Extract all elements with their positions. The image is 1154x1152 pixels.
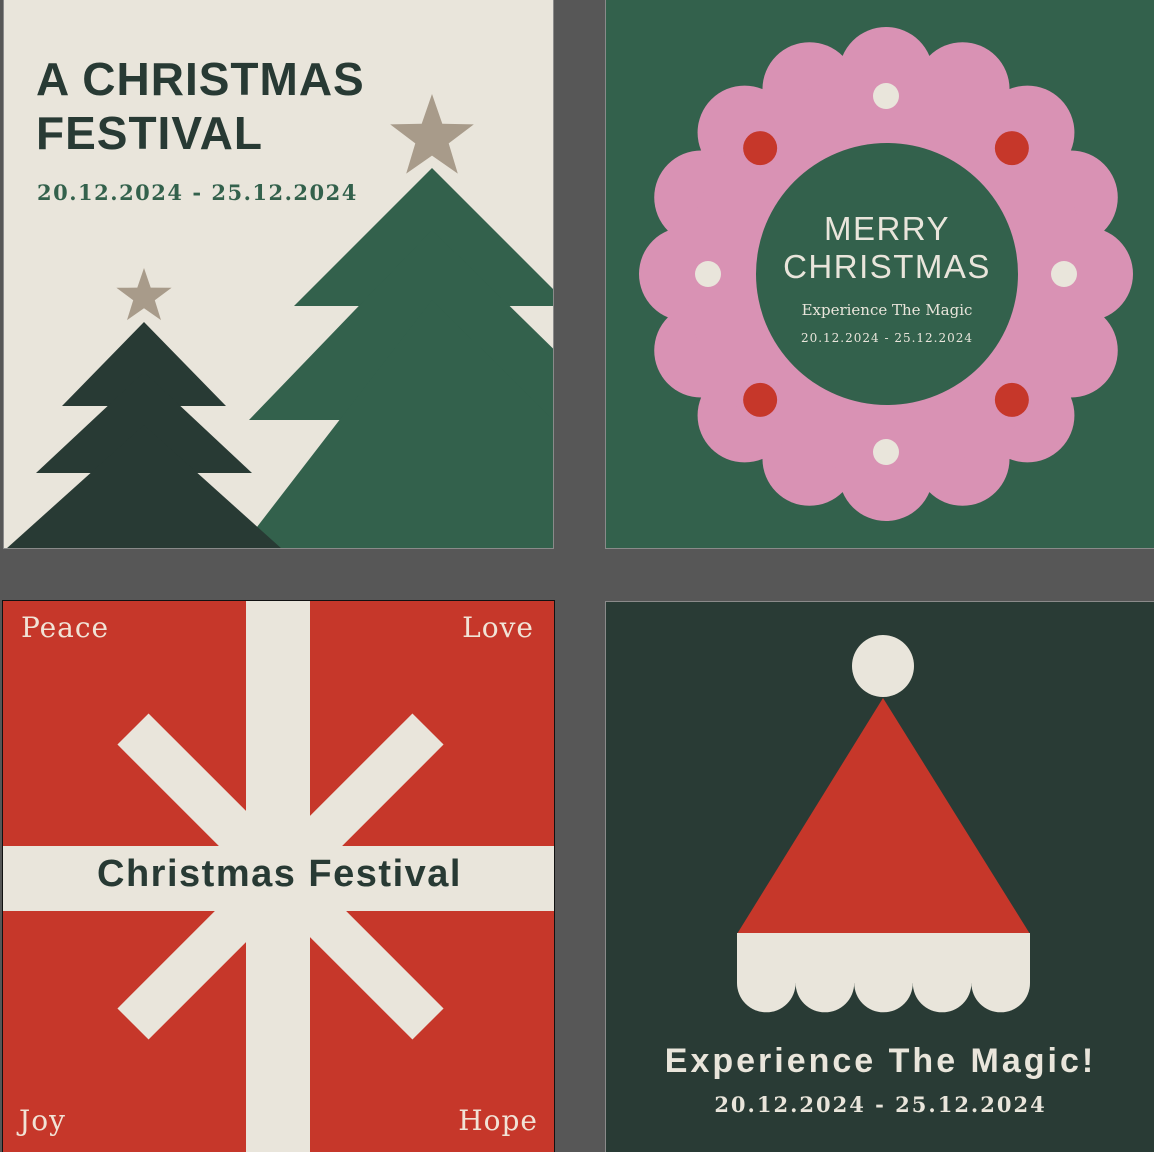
gift-card-title: Christmas Festival [97, 853, 462, 895]
wreath-berry [743, 131, 778, 166]
wreath-bead [1051, 261, 1077, 287]
wreath-berry [994, 131, 1029, 166]
hat-brim [737, 933, 1030, 1013]
merry-christmas-title: MERRY CHRISTMAS [783, 210, 991, 285]
hat-pompom [852, 635, 914, 697]
word-joy: Joy [19, 1104, 66, 1137]
festival-dates: 20.12.2024 - 25.12.2024 [37, 180, 358, 205]
wreath-bead [695, 261, 721, 287]
small-tree-star-icon [116, 268, 172, 321]
hat-card-tagline: Experience The Magic! [664, 1042, 1097, 1080]
word-love: Love [462, 611, 534, 644]
word-peace: Peace [21, 611, 110, 644]
wreath-berry [743, 382, 778, 417]
wreath-berry [994, 382, 1029, 417]
large-tree-star-icon [390, 94, 474, 174]
wreath-bead [873, 83, 899, 109]
santa-hat-poster-card[interactable]: Experience The Magic! 20.12.2024 - 25.12… [605, 601, 1154, 1152]
festival-title: A CHRISTMAS FESTIVAL [36, 53, 365, 159]
wreath-subtitle: Experience The Magic [801, 301, 973, 319]
wreath-dates: 20.12.2024 - 25.12.2024 [800, 331, 974, 345]
word-hope: Hope [458, 1104, 538, 1137]
large-christmas-tree-icon [240, 168, 553, 548]
small-christmas-tree-icon [7, 322, 281, 548]
festival-poster-card[interactable]: A CHRISTMAS FESTIVAL 20.12.2024 - 25.12.… [3, 0, 554, 549]
hat-cone [737, 698, 1030, 934]
gift-poster-card[interactable]: Christmas Festival Peace Love Joy Hope [2, 600, 555, 1152]
wreath-poster-card[interactable]: MERRY CHRISTMAS Experience The Magic 20.… [605, 0, 1154, 549]
hat-card-dates: 20.12.2024 - 25.12.2024 [714, 1092, 1047, 1117]
wreath-bead [873, 439, 899, 465]
